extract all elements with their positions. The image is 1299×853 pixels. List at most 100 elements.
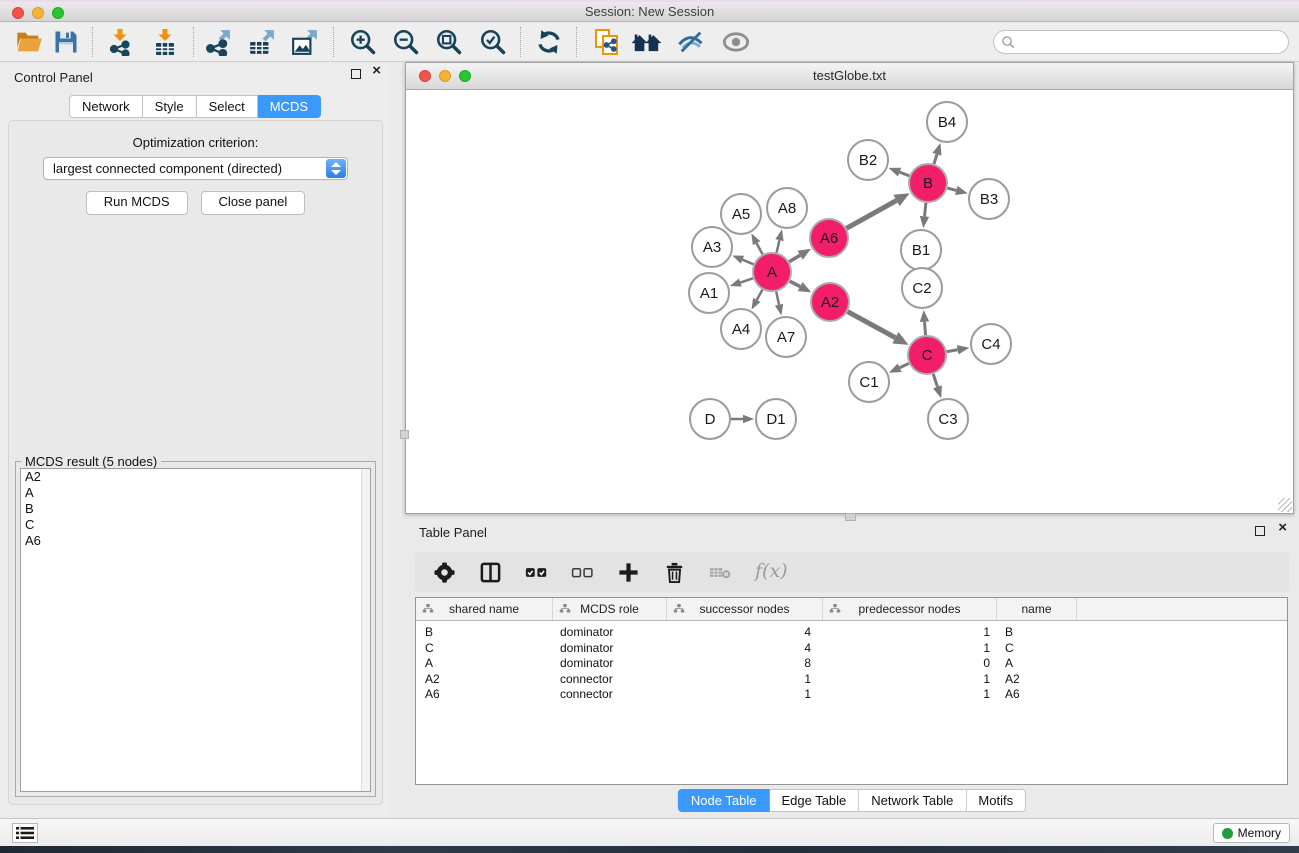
table-row[interactable]: Adominator80A [416,656,1287,672]
mcds-result-item[interactable]: A [21,485,370,501]
tab-motifs[interactable]: Motifs [966,789,1026,812]
table-cell[interactable]: A2 [416,672,553,688]
table-cell[interactable]: 1 [667,687,823,703]
edge-A-A1[interactable] [740,278,753,282]
table-row[interactable]: A2connector11A2 [416,672,1287,688]
tab-edge-table[interactable]: Edge Table [769,789,859,812]
table-cell[interactable]: dominator [553,656,667,672]
edge-C-C3[interactable] [933,374,937,387]
export-image-icon[interactable] [291,28,319,56]
mcds-result-list[interactable]: A2ABCA6 [20,468,371,792]
mcds-result-item[interactable]: C [21,517,370,533]
table-cell[interactable]: C [416,641,553,657]
table-row[interactable]: Bdominator41B [416,625,1287,641]
hide-graphics-details-icon[interactable] [677,28,705,56]
table-cell[interactable]: 4 [667,625,823,641]
export-network-icon[interactable] [204,28,232,56]
edge-B-B3[interactable] [947,188,956,190]
deselect-all-icon[interactable] [571,561,594,584]
table-cell[interactable]: connector [553,672,667,688]
network-window-titlebar[interactable]: testGlobe.txt [406,63,1293,90]
edge-C-C2[interactable] [925,322,926,335]
splitter-handle[interactable] [400,430,409,439]
home-view-icon[interactable] [631,28,663,56]
select-all-icon[interactable] [525,561,548,584]
memory-button[interactable]: Memory [1213,823,1290,843]
edge-A-A3[interactable] [742,260,753,265]
close-panel-button[interactable]: Close panel [201,191,306,215]
edge-A-A4[interactable] [757,290,763,300]
show-graphics-details-icon[interactable] [722,28,750,56]
mcds-result-item[interactable]: A6 [21,533,370,549]
table-cell[interactable]: 1 [823,625,997,641]
edge-C-C4[interactable] [947,350,958,352]
mcds-result-item[interactable]: A2 [21,469,370,485]
open-session-icon[interactable] [15,28,43,56]
edge-B-B1[interactable] [925,203,926,216]
mcds-result-item[interactable]: B [21,501,370,517]
float-panel-icon[interactable] [1255,526,1265,536]
clone-network-icon[interactable] [593,28,621,56]
tab-node-table[interactable]: Node Table [678,789,770,812]
edge-A6-B[interactable] [846,200,896,228]
tab-style[interactable]: Style [143,95,197,118]
table-cell[interactable]: 1 [667,672,823,688]
save-session-icon[interactable] [52,28,80,56]
table-cell[interactable]: A2 [997,672,1077,688]
table-row[interactable]: Cdominator41C [416,641,1287,657]
column-header-mcds-role[interactable]: MCDS role [553,598,667,620]
edge-A2-C[interactable] [848,312,896,338]
tab-select[interactable]: Select [197,95,258,118]
column-header-shared-name[interactable]: shared name [416,598,553,620]
tab-mcds[interactable]: MCDS [258,95,321,118]
table-cell[interactable]: 8 [667,656,823,672]
table-cell[interactable]: 1 [823,672,997,688]
table-cell[interactable]: A6 [416,687,553,703]
import-table-icon[interactable] [151,28,179,56]
zoom-out-icon[interactable] [392,28,420,56]
close-panel-icon[interactable]: × [372,65,381,77]
result-list-scrollbar[interactable] [361,469,370,791]
tab-network[interactable]: Network [69,95,143,118]
edge-B-B2[interactable] [900,172,910,176]
zoom-selected-icon[interactable] [479,28,507,56]
settings-gear-icon[interactable] [433,561,456,584]
export-table-icon[interactable] [248,28,276,56]
edge-C-C1[interactable] [900,363,909,367]
table-cell[interactable]: 0 [823,656,997,672]
edge-A-A7[interactable] [776,292,779,305]
table-cell[interactable]: B [416,625,553,641]
edge-A-A6[interactable] [789,255,800,262]
task-history-button[interactable] [12,823,38,843]
edge-A-A8[interactable] [777,240,780,252]
table-cell[interactable]: 4 [667,641,823,657]
table-cell[interactable]: A [997,656,1077,672]
table-cell[interactable]: 1 [823,687,997,703]
resize-grip[interactable] [1278,498,1292,512]
search-input[interactable] [1020,33,1284,53]
edge-A-A5[interactable] [757,243,763,254]
table-cell[interactable]: A6 [997,687,1077,703]
search-box[interactable] [993,30,1289,54]
column-header-predecessor-nodes[interactable]: predecessor nodes [823,598,997,620]
add-column-icon[interactable] [617,561,640,584]
network-graph-canvas[interactable]: AA1A2A3A4A5A6A7A8BB1B2B3B4CC1C2C3C4DD1 [406,90,1293,519]
table-cell[interactable]: dominator [553,625,667,641]
zoom-in-icon[interactable] [349,28,377,56]
edge-B-B4[interactable] [934,154,937,164]
column-header-name[interactable]: name [997,598,1077,620]
table-cell[interactable]: dominator [553,641,667,657]
refresh-icon[interactable] [535,28,563,56]
column-header-successor-nodes[interactable]: successor nodes [667,598,823,620]
table-cell[interactable]: C [997,641,1077,657]
delete-table-icon[interactable] [709,561,732,584]
table-row[interactable]: A6connector11A6 [416,687,1287,703]
float-panel-icon[interactable] [351,69,361,79]
close-panel-icon[interactable]: × [1278,522,1287,534]
table-cell[interactable]: A [416,656,553,672]
run-mcds-button[interactable]: Run MCDS [86,191,188,215]
edge-A-A2[interactable] [790,281,800,286]
delete-column-trash-icon[interactable] [663,561,686,584]
column-split-icon[interactable] [479,561,502,584]
tab-network-table[interactable]: Network Table [859,789,966,812]
